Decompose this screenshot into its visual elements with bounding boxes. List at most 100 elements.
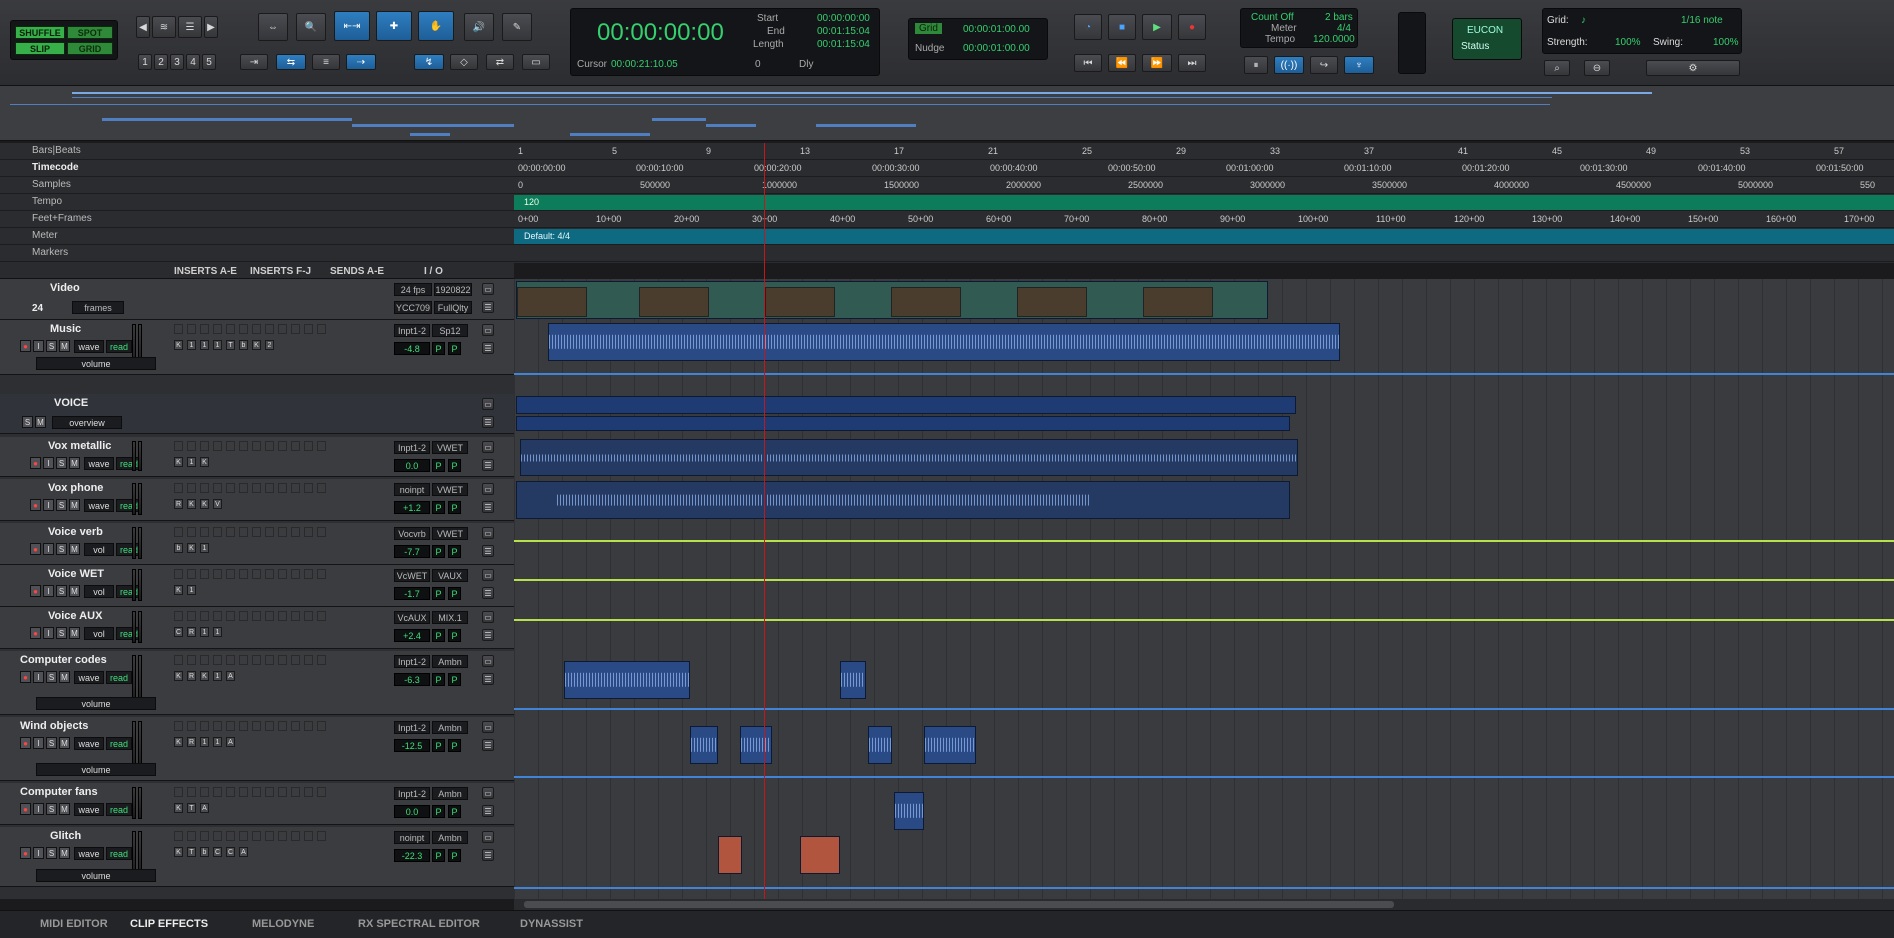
automation-mode[interactable]: read <box>106 737 132 750</box>
track-menu-icon[interactable]: ▭ <box>482 569 494 581</box>
empty-slot[interactable] <box>200 611 209 621</box>
empty-slot[interactable] <box>200 324 209 334</box>
empty-slot[interactable] <box>239 721 248 731</box>
ruler-meter[interactable]: Meter Default: 4/4 <box>0 228 1894 245</box>
tab-clip-effects[interactable]: CLIP EFFECTS <box>130 918 208 930</box>
input-monitor-button[interactable]: I <box>43 499 54 511</box>
insertion-follows-icon[interactable]: ⇢ <box>346 54 376 70</box>
solo-button[interactable]: S <box>56 585 67 597</box>
empty-slot[interactable] <box>278 721 287 731</box>
zoom-preset-1[interactable]: 1 <box>138 54 152 70</box>
go-to-end-icon[interactable]: ⏭ <box>1178 54 1206 72</box>
track-menu-icon[interactable]: ▭ <box>482 721 494 733</box>
insert-slot[interactable]: K <box>174 803 183 813</box>
midi-zoom-icon[interactable]: ☰ <box>178 16 202 38</box>
mute-button[interactable]: M <box>59 737 70 749</box>
track-menu-icon[interactable]: ▭ <box>482 324 494 336</box>
track-list-icon[interactable]: ☰ <box>482 501 494 513</box>
tab-rx-spectral-editor[interactable]: RX SPECTRAL EDITOR <box>358 918 480 930</box>
output-selector[interactable]: VAUX <box>432 569 468 582</box>
empty-slot[interactable] <box>317 483 326 493</box>
start-value[interactable]: 00:00:00:00 <box>817 13 870 24</box>
empty-slot[interactable] <box>278 569 287 579</box>
track-header[interactable]: Music ● I S M wave read Inpt1-2 Sp12 -4.8… <box>0 320 514 375</box>
waveform-zoom-icon[interactable]: ≋ <box>152 16 176 38</box>
empty-slot[interactable] <box>265 569 274 579</box>
record-arm-button[interactable]: ● <box>30 457 41 469</box>
window-icon[interactable]: ▭ <box>522 54 550 70</box>
volume-automation-line[interactable] <box>514 373 1894 375</box>
empty-slot[interactable] <box>213 324 222 334</box>
empty-slot[interactable] <box>239 569 248 579</box>
insert-slot[interactable]: K <box>174 585 183 595</box>
solo-button[interactable]: S <box>46 340 57 352</box>
empty-slot[interactable] <box>265 721 274 731</box>
empty-slot[interactable] <box>187 483 196 493</box>
grid-mode-button[interactable]: GRID <box>67 42 113 55</box>
midi-merge-icon[interactable]: ↪ <box>1310 56 1338 74</box>
empty-slot[interactable] <box>213 611 222 621</box>
output-selector[interactable]: MIX.1 <box>432 611 468 624</box>
empty-slot[interactable] <box>200 483 209 493</box>
horizontal-scrollbar[interactable] <box>514 899 1894 910</box>
input-selector[interactable]: Vocvrb <box>394 527 430 540</box>
empty-slot[interactable] <box>291 527 300 537</box>
output-selector[interactable]: Ambn <box>432 831 468 844</box>
track-list-icon[interactable]: ☰ <box>482 459 494 471</box>
insert-slot[interactable]: R <box>187 671 196 681</box>
empty-slot[interactable] <box>317 324 326 334</box>
insert-slot[interactable]: 1 <box>213 671 222 681</box>
ruler-markers[interactable]: Markers <box>0 245 1894 262</box>
empty-slot[interactable] <box>187 787 196 797</box>
track-menu-icon[interactable]: ▭ <box>482 655 494 667</box>
empty-slot[interactable] <box>291 611 300 621</box>
empty-slot[interactable] <box>265 483 274 493</box>
track-name[interactable]: Voice AUX <box>48 610 102 622</box>
empty-slot[interactable] <box>291 569 300 579</box>
input-monitor-button[interactable]: I <box>33 737 44 749</box>
pan-readout[interactable]: P <box>432 342 445 355</box>
record-arm-button[interactable]: ● <box>30 543 41 555</box>
empty-slot[interactable] <box>213 527 222 537</box>
automation-lane-selector[interactable]: volume <box>36 697 156 710</box>
record-arm-button[interactable]: ● <box>30 627 41 639</box>
insert-slot[interactable]: 1 <box>200 340 209 350</box>
insert-slot[interactable]: K <box>200 671 209 681</box>
computer-fans-clip[interactable] <box>894 792 924 830</box>
empty-slot[interactable] <box>278 611 287 621</box>
insert-slot[interactable]: K <box>252 340 261 350</box>
glitch-clip[interactable] <box>800 836 840 874</box>
insert-slot[interactable]: R <box>174 499 183 509</box>
pan-readout[interactable]: P <box>432 849 445 862</box>
empty-slot[interactable] <box>213 655 222 665</box>
empty-slot[interactable] <box>239 324 248 334</box>
input-selector[interactable]: Inpt1-2 <box>394 655 430 668</box>
empty-slot[interactable] <box>187 831 196 841</box>
record-arm-button[interactable]: ● <box>20 803 31 815</box>
track-header[interactable]: Glitch ● I S M wave read noinpt Ambn -22.… <box>0 827 514 887</box>
empty-slot[interactable] <box>265 611 274 621</box>
input-monitor-button[interactable]: I <box>33 847 44 859</box>
insert-slot[interactable]: K <box>200 457 209 467</box>
empty-slot[interactable] <box>252 527 261 537</box>
metronome-icon[interactable]: ((·)) <box>1274 56 1304 74</box>
count-off-label[interactable]: Count Off <box>1251 12 1294 23</box>
empty-slot[interactable] <box>200 831 209 841</box>
empty-slot[interactable] <box>304 721 313 731</box>
insert-slot[interactable]: A <box>226 737 235 747</box>
wind-objects-clip[interactable] <box>740 726 772 764</box>
view-selector[interactable]: wave <box>74 803 104 816</box>
empty-slot[interactable] <box>226 787 235 797</box>
empty-slot[interactable] <box>252 441 261 451</box>
empty-slot[interactable] <box>291 831 300 841</box>
empty-slot[interactable] <box>252 787 261 797</box>
empty-slot[interactable] <box>291 483 300 493</box>
volume-readout[interactable]: -7.7 <box>394 545 430 558</box>
pan-readout[interactable]: P <box>448 501 461 514</box>
pan-readout[interactable]: P <box>448 459 461 472</box>
empty-slot[interactable] <box>304 324 313 334</box>
ruler-timecode[interactable]: Timecode 00:00:00:00 00:00:10:00 00:00:20:0… <box>0 160 1894 177</box>
empty-slot[interactable] <box>174 787 183 797</box>
volume-readout[interactable]: -6.3 <box>394 673 430 686</box>
insert-slot[interactable]: R <box>187 737 196 747</box>
